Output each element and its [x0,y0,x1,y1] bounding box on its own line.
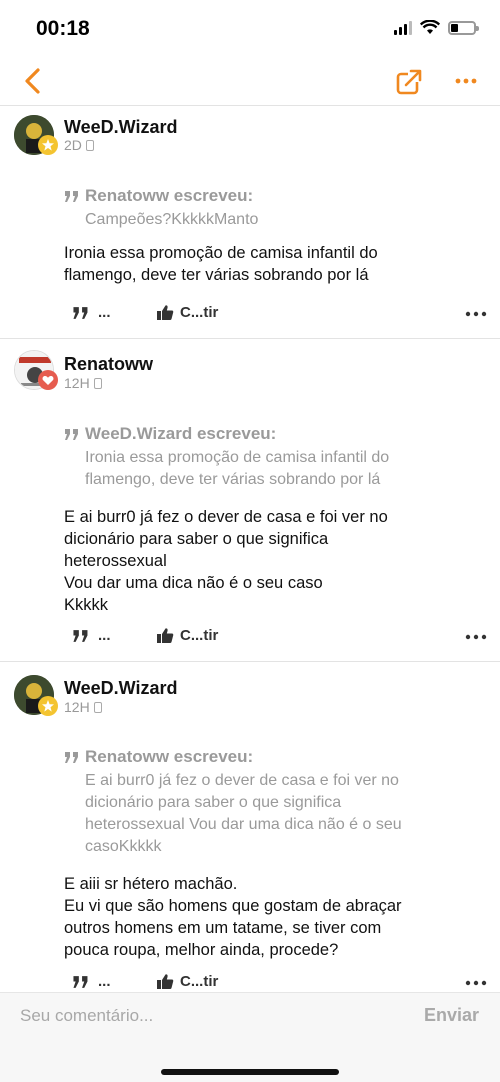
quote-button[interactable]: ... [72,304,111,321]
post-time: 12H [64,699,90,715]
level-badge-icon [38,135,58,155]
nav-bar [0,58,500,106]
quote-icon [73,306,88,319]
quote-author: WeeD.Wizard escreveu: [85,424,277,443]
cellular-signal-icon [394,20,412,35]
more-dots-icon[interactable] [464,310,488,318]
author-name[interactable]: WeeD.Wizard [64,117,178,138]
wifi-icon [420,20,440,34]
heart-badge-icon [38,370,58,390]
quote-block: Renatoww escreveu: E ai burr0 já fez o d… [64,747,484,858]
thumbs-up-icon [157,305,174,320]
home-indicator[interactable] [161,1069,339,1075]
quote-button-label: ... [98,304,111,321]
post-meta: 12H [64,699,102,715]
quote-icon [65,428,78,440]
like-button[interactable]: C...tir [156,304,218,321]
quote-button-label: ... [98,973,111,990]
mobile-device-icon [93,377,102,389]
author-name[interactable]: WeeD.Wizard [64,678,178,699]
quote-header: WeeD.Wizard escreveu: [64,424,484,444]
quote-icon [65,751,78,763]
quote-button[interactable]: ... [72,627,111,644]
post-time: 2D [64,137,82,153]
post-content: E aiii sr hétero machão. Eu vi que são h… [64,875,402,959]
like-button-label: C...tir [180,627,219,644]
post-content: Ironia essa promoção de camisa infantil … [64,244,378,284]
quote-icon [65,190,78,202]
chevron-left-icon[interactable] [18,64,48,98]
like-button[interactable]: C...tir [156,627,218,644]
quote-text: Campeões?KkkkkManto [85,211,259,228]
send-button[interactable]: Enviar [424,1005,479,1026]
quote-text: E ai burr0 já fez o dever de casa e foi … [85,772,402,855]
external-share-icon[interactable] [394,67,424,97]
quote-icon [73,629,88,642]
post-meta: 2D [64,137,94,153]
like-button-label: C...tir [180,973,219,990]
comment-post: Renatoww 12H WeeD.Wizard escreveu: Ironi… [0,340,500,662]
quote-author: Renatoww escreveu: [85,186,254,205]
more-dots-icon[interactable] [464,979,488,987]
more-dots-icon[interactable] [464,633,488,641]
post-actions: ... C...tir [0,627,500,651]
author-name[interactable]: Renatoww [64,354,153,375]
comment-composer: Enviar [0,992,500,1082]
quote-header: Renatoww escreveu: [64,747,484,767]
post-time: 12H [64,375,90,391]
comment-post: WeeD.Wizard 12H Renatoww escreveu: E ai … [0,663,500,992]
quote-block: Renatoww escreveu: Campeões?KkkkkManto [64,186,484,231]
quote-text: Ironia essa promoção de camisa infantil … [85,449,390,488]
status-bar: 00:18 [0,0,500,58]
mobile-device-icon [93,701,102,713]
status-icons [394,20,479,35]
like-button[interactable]: C...tir [156,973,218,990]
thumbs-up-icon [157,628,174,643]
battery-icon [448,20,479,35]
quote-header: Renatoww escreveu: [64,186,484,206]
post-actions: ... C...tir [0,304,500,328]
comment-input[interactable] [20,1006,380,1026]
quote-icon [73,975,88,988]
mobile-device-icon [85,139,94,151]
more-dots-icon[interactable] [452,70,480,92]
status-time: 00:18 [36,17,90,40]
like-button-label: C...tir [180,304,219,321]
post-content: E ai burr0 já fez o dever de casa e foi … [64,508,388,614]
quote-button-label: ... [98,627,111,644]
thumbs-up-icon [157,974,174,989]
quote-block: WeeD.Wizard escreveu: Ironia essa promoç… [64,424,484,491]
level-badge-icon [38,696,58,716]
comment-post: WeeD.Wizard 2D Renatoww escreveu: Campeõ… [0,107,500,339]
post-meta: 12H [64,375,102,391]
quote-button[interactable]: ... [72,973,111,990]
quote-author: Renatoww escreveu: [85,747,254,766]
